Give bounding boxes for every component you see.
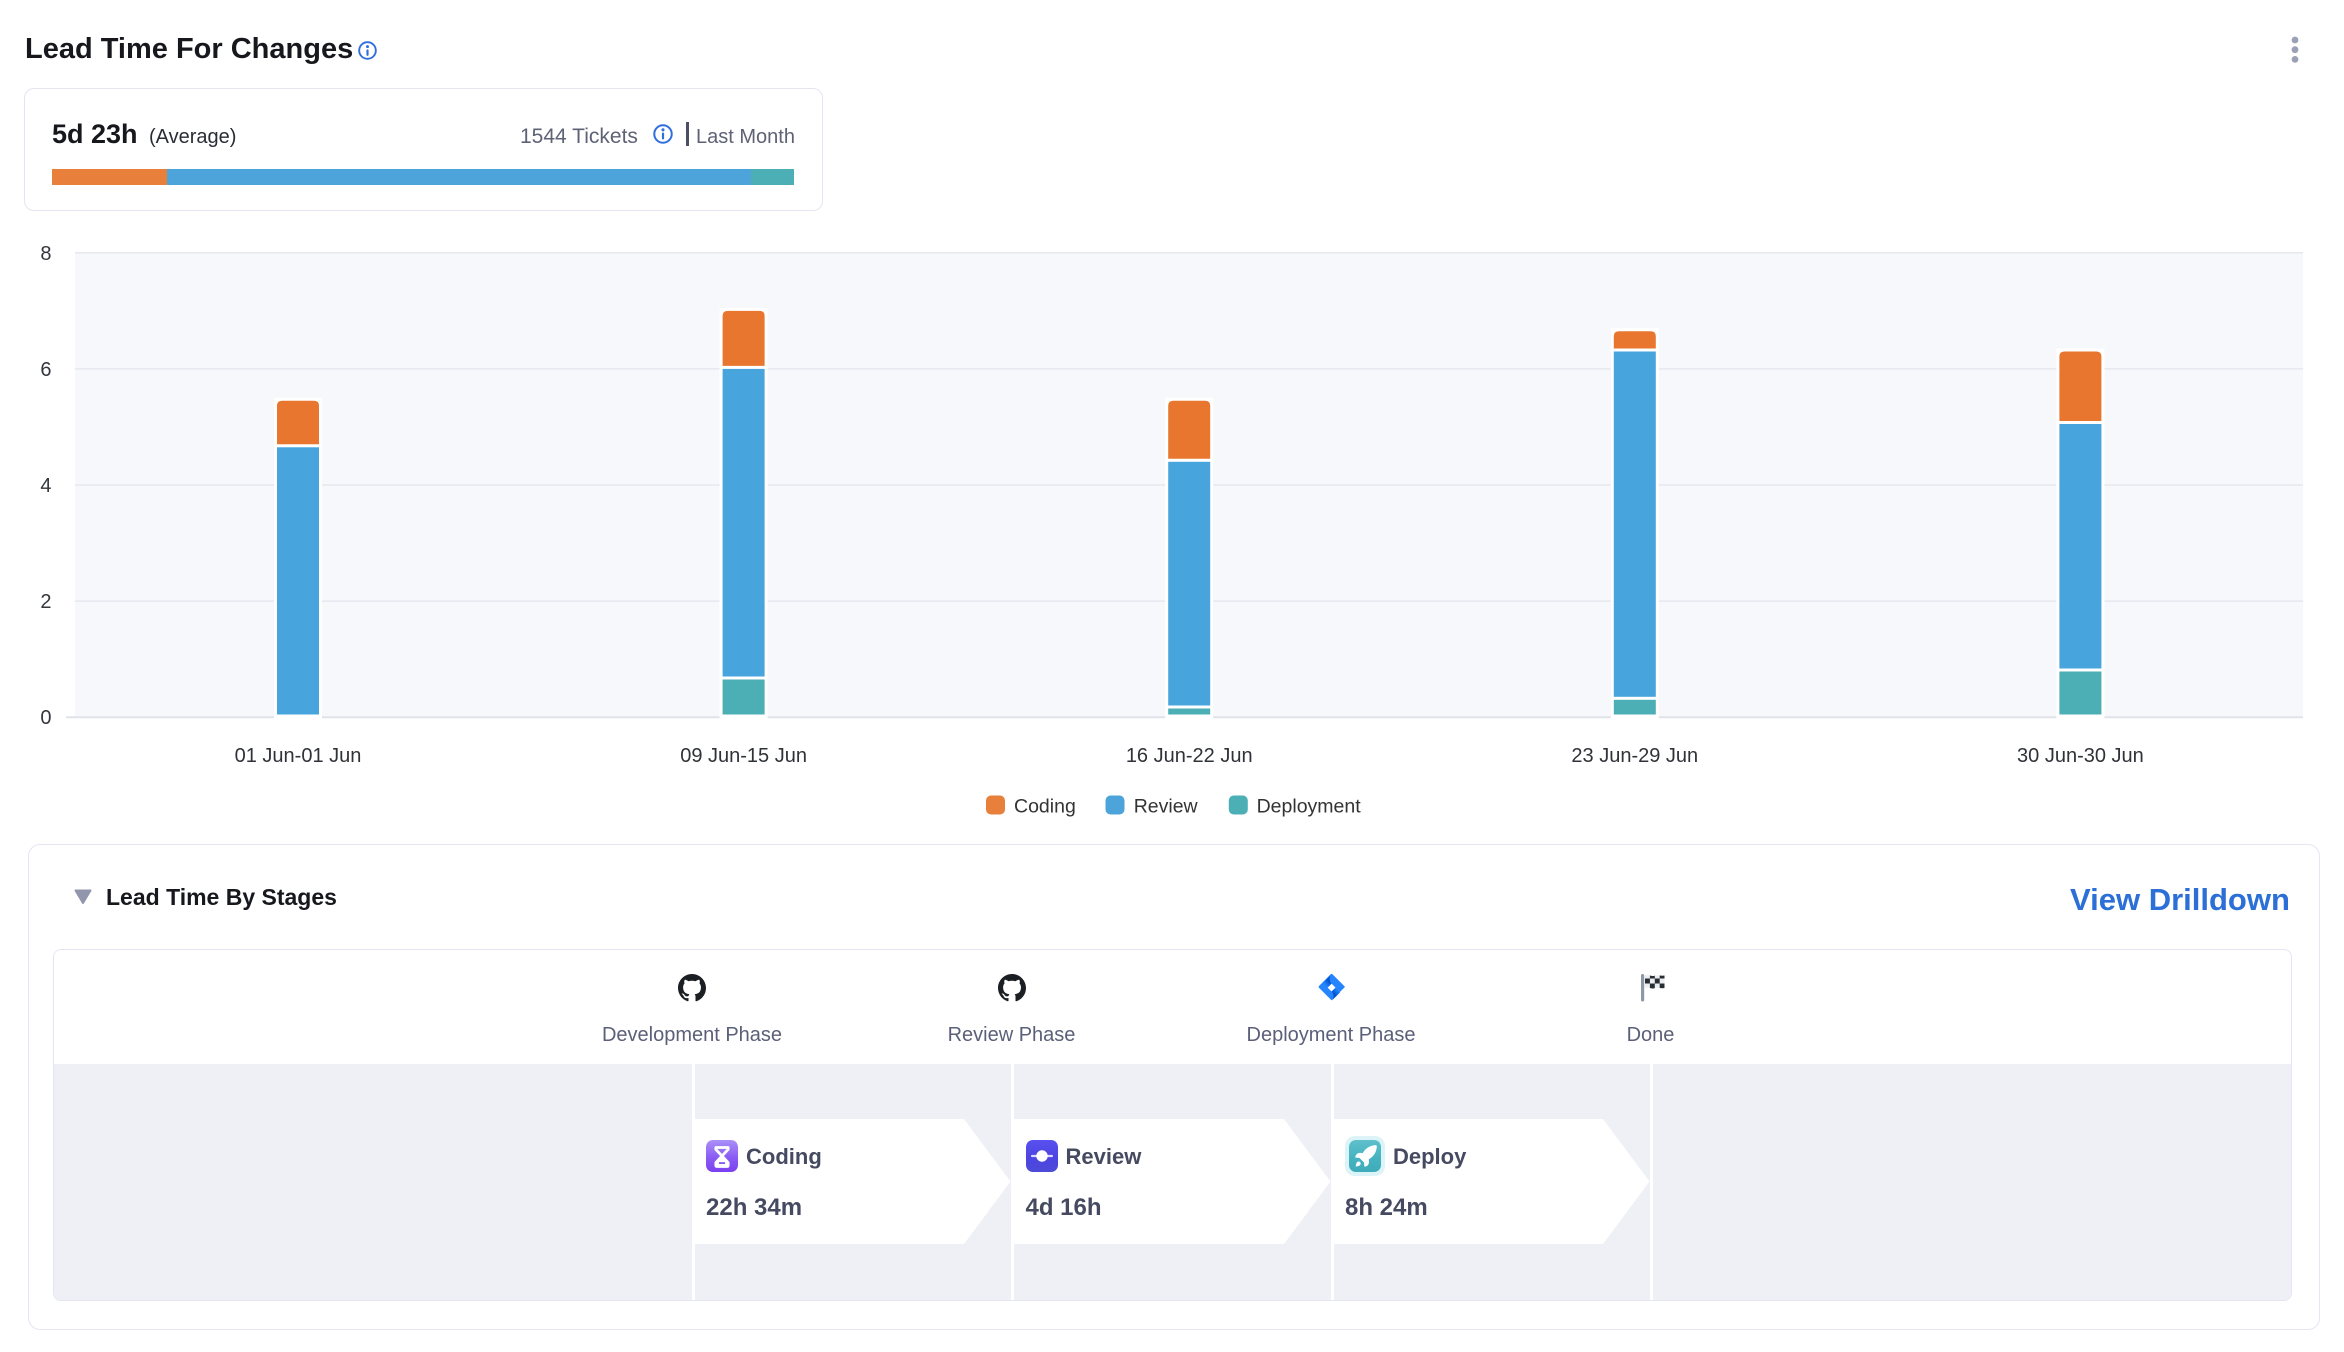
svg-text:09 Jun-15 Jun: 09 Jun-15 Jun [680, 745, 807, 767]
svg-text:23 Jun-29 Jun: 23 Jun-29 Jun [1571, 745, 1698, 767]
svg-text:6: 6 [40, 359, 51, 381]
svg-text:0: 0 [40, 707, 51, 729]
svg-text:Review: Review [1134, 796, 1199, 818]
svg-text:30 Jun-30 Jun: 30 Jun-30 Jun [2017, 745, 2144, 767]
svg-text:2: 2 [40, 591, 51, 613]
svg-text:Deployment: Deployment [1257, 796, 1362, 818]
svg-text:01 Jun-01 Jun: 01 Jun-01 Jun [235, 745, 362, 767]
svg-text:16 Jun-22 Jun: 16 Jun-22 Jun [1126, 745, 1253, 767]
svg-text:8: 8 [40, 243, 51, 265]
svg-text:Coding: Coding [1014, 796, 1076, 818]
svg-text:4: 4 [40, 475, 51, 497]
